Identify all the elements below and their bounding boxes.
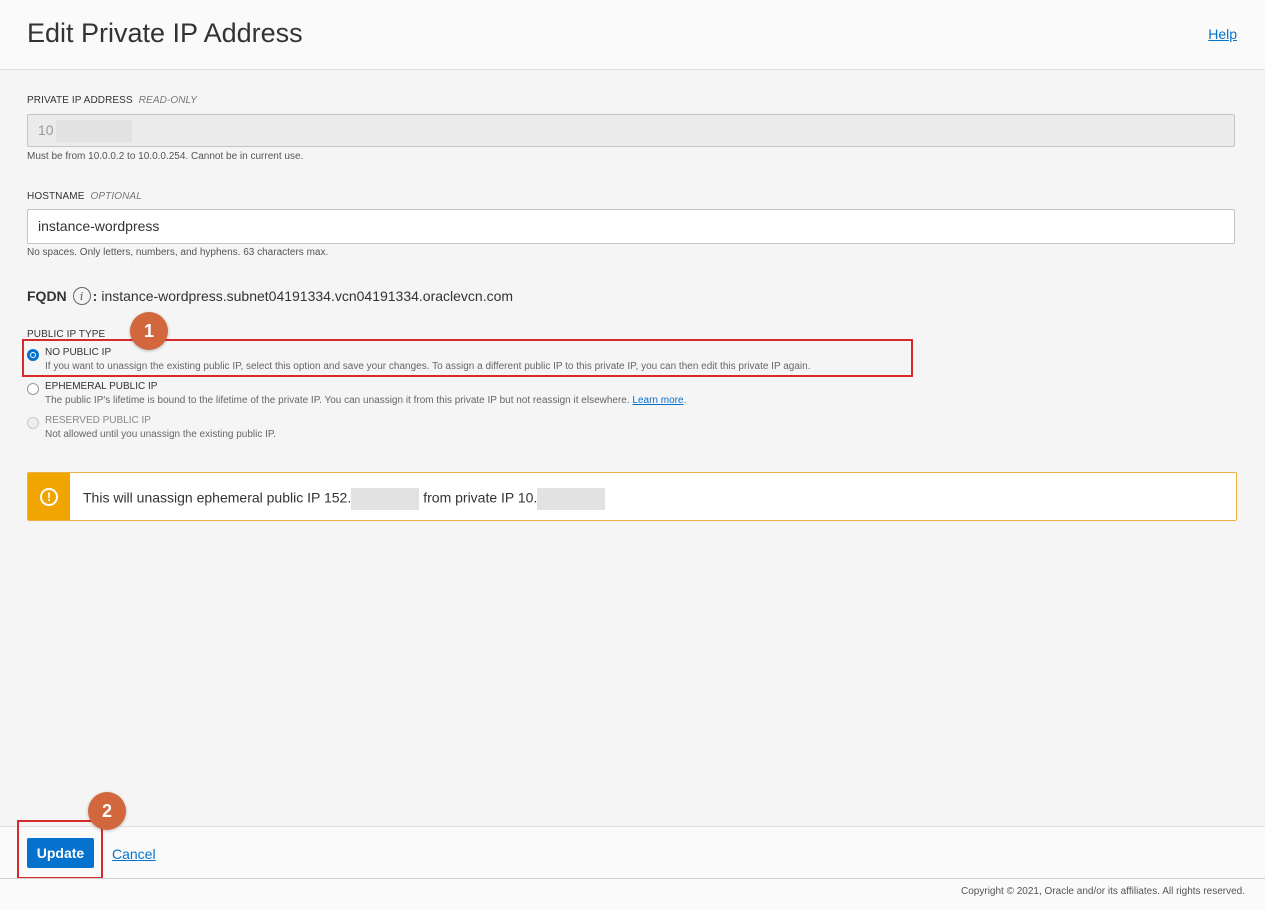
copyright-bar: Copyright © 2021, Oracle and/or its affi…	[0, 878, 1265, 910]
hostname-input[interactable]: instance-wordpress	[27, 209, 1235, 244]
warning-message: This will unassign ephemeral public IP 1…	[83, 488, 609, 510]
action-footer: Update Cancel	[0, 826, 1265, 879]
warning-text-part: This will unassign ephemeral public IP 1…	[83, 489, 352, 506]
fqdn-label: FQDN	[27, 288, 67, 304]
private-ip-value: 10	[38, 122, 54, 138]
annotation-badge-1: 1	[130, 312, 168, 350]
warning-text-part: from private IP 10.	[423, 489, 538, 506]
annotation-highlight-box	[17, 820, 103, 879]
help-link[interactable]: Help	[1208, 26, 1237, 42]
hostname-hint: No spaces. Only letters, numbers, and hy…	[27, 247, 329, 258]
fqdn-value: instance-wordpress.subnet04191334.vcn041…	[101, 288, 514, 304]
warning-strip: !	[28, 473, 70, 520]
private-ip-label-text: PRIVATE IP ADDRESS	[27, 95, 133, 106]
learn-more-link[interactable]: Learn more	[632, 395, 683, 406]
annotation-badge-2: 2	[88, 792, 126, 830]
option-description: The public IP's lifetime is bound to the…	[45, 395, 630, 406]
radio-ephemeral-public-ip[interactable]	[27, 383, 39, 395]
copyright-text: Copyright © 2021, Oracle and/or its affi…	[961, 886, 1245, 897]
option-title: RESERVED PUBLIC IP	[45, 415, 151, 426]
page-header: Edit Private IP Address Help	[0, 0, 1265, 70]
hostname-label-text: HOSTNAME	[27, 191, 85, 202]
optional-tag: OPTIONAL	[90, 191, 142, 202]
info-icon[interactable]: i	[72, 287, 91, 305]
option-description: Not allowed until you unassign the exist…	[45, 429, 277, 440]
option-description-row: The public IP's lifetime is bound to the…	[45, 395, 687, 406]
fqdn-colon: :	[92, 288, 98, 304]
private-ip-label: PRIVATE IP ADDRESS READ-ONLY	[27, 95, 197, 106]
private-ip-hint: Must be from 10.0.0.2 to 10.0.0.254. Can…	[27, 151, 304, 162]
page-title: Edit Private IP Address	[27, 18, 303, 48]
radio-reserved-public-ip	[27, 417, 39, 429]
redacted-block	[537, 488, 606, 510]
redacted-block	[55, 120, 132, 143]
redacted-block	[351, 488, 420, 510]
warning-icon: !	[40, 487, 58, 506]
option-title: EPHEMERAL PUBLIC IP	[45, 381, 158, 392]
read-only-tag: READ-ONLY	[138, 95, 198, 106]
cancel-link[interactable]: Cancel	[112, 846, 156, 862]
hostname-label: HOSTNAME OPTIONAL	[27, 191, 142, 202]
fqdn-row: FQDN i : instance-wordpress.subnet041913…	[27, 287, 513, 305]
private-ip-field: 10	[27, 114, 1235, 147]
warning-banner: ! This will unassign ephemeral public IP…	[27, 472, 1237, 521]
